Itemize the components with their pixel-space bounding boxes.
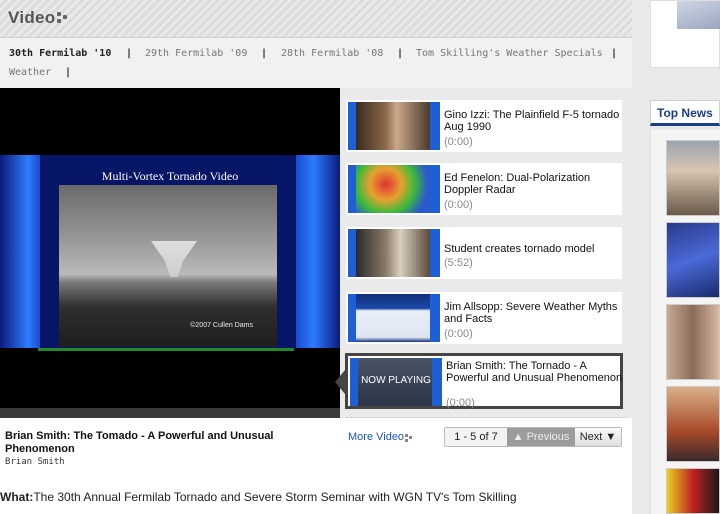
playlist-item[interactable]: Student creates tornado model (5:52) [346,227,622,279]
news-thumbnail[interactable] [666,386,720,462]
top-news-label: Top News [657,106,713,120]
video-header-title: Video [8,8,56,27]
arrow-up-icon: ▲ [512,431,524,443]
video-player[interactable]: Multi-Vortex Tornado Video ©2007 Cullen … [0,88,340,418]
category-separator: | [611,48,618,59]
now-playing-pointer-icon [335,370,345,394]
playlist-item-duration: (0:00) [444,136,473,148]
playlist-item-duration: (0:00) [444,199,473,211]
playlist-item-title: Gino Izzi: The Plainfield F-5 tornado Au… [444,109,620,133]
chevron-down-icon: ▼ [605,431,617,443]
category-30th-fermilab-10[interactable]: 30th Fermilab '10 [9,48,111,59]
current-video-title: Brian Smith: The Tomado - A Powerful and… [5,430,274,455]
now-playing-label: NOW PLAYING [361,375,431,386]
category-weather[interactable]: Weather [9,67,51,78]
playlist-item[interactable]: Jim Allsopp: Severe Weather Myths and Fa… [346,292,622,344]
category-separator: | [126,48,133,59]
previous-button[interactable]: ▲ Previous [507,428,575,446]
playlist-item-title: Student creates tornado model [444,243,595,255]
what-text: The 30th Annual Fermilab Tornado and Sev… [33,490,517,504]
playlist-item[interactable]: Gino Izzi: The Plainfield F-5 tornado Au… [346,100,622,152]
image-copyright: ©2007 Cullen Dams [190,322,253,329]
playlist-thumbnail: NOW PLAYING [350,358,442,406]
ad-card[interactable] [650,0,720,68]
video-header: Video [0,0,632,38]
news-thumbnail[interactable] [666,304,720,380]
category-separator: | [261,48,268,59]
category-nav: 30th Fermilab '10 | 29th Fermilab '09 | … [0,38,632,88]
playlist-thumbnail [348,165,440,213]
category-29th-fermilab-09[interactable]: 29th Fermilab '09 [145,48,247,59]
previous-label: Previous [526,431,570,443]
playlist-item-duration: (0:00) [446,397,475,409]
playlist-thumbnail [348,294,440,342]
news-thumbnail[interactable] [666,468,720,514]
category-separator: | [65,67,72,78]
playlist-item-now-playing[interactable]: NOW PLAYING Brian Smith: The Tornado - A… [345,353,623,409]
dots-icon [405,434,413,442]
tornado-image: ©2007 Cullen Dams [59,185,277,347]
category-separator: | [397,48,404,59]
right-column: Top News [632,0,720,514]
playlist-thumbnail [348,102,440,150]
playlist-item-title: Ed Fenelon: Dual-Polarization Doppler Ra… [444,172,591,196]
playlist-thumbnail [348,229,440,277]
playlist-item-duration: (5:52) [444,257,473,269]
dots-icon [57,12,69,24]
what-label: What: [0,490,34,504]
playlist-item-title: Brian Smith: The Tornado - A Powerful an… [446,360,623,384]
player-progress-bar[interactable] [0,408,340,418]
news-thumbnail[interactable] [666,140,720,216]
playlist-item-title: Jim Allsopp: Severe Weather Myths and Fa… [444,301,618,325]
slide-caption: Multi-Vortex Tornado Video [101,169,239,183]
pager: 1 - 5 of 7 ▲ Previous Next ▼ [444,427,622,447]
video-frame: Multi-Vortex Tornado Video ©2007 Cullen … [0,155,340,438]
next-button[interactable]: Next ▼ [575,428,621,446]
video-description: What:The 30th Annual Fermilab Tornado an… [0,490,517,504]
playlist-item-duration: (0:00) [444,328,473,340]
category-28th-fermilab-08[interactable]: 28th Fermilab '08 [281,48,383,59]
current-video-author: Brian Smith [5,457,65,467]
pager-count: 1 - 5 of 7 [445,428,507,446]
divider [346,417,626,418]
category-tom-skilling-specials[interactable]: Tom Skilling's Weather Specials [416,48,603,59]
tab-top-news[interactable]: Top News [650,100,720,126]
news-thumbnail[interactable] [666,222,720,298]
more-video-link[interactable]: More Video [348,431,404,443]
next-label: Next [579,431,603,443]
playlist-item[interactable]: Ed Fenelon: Dual-Polarization Doppler Ra… [346,163,622,215]
video-module: Video 30th Fermilab '10 | 29th Fermilab … [0,0,632,514]
